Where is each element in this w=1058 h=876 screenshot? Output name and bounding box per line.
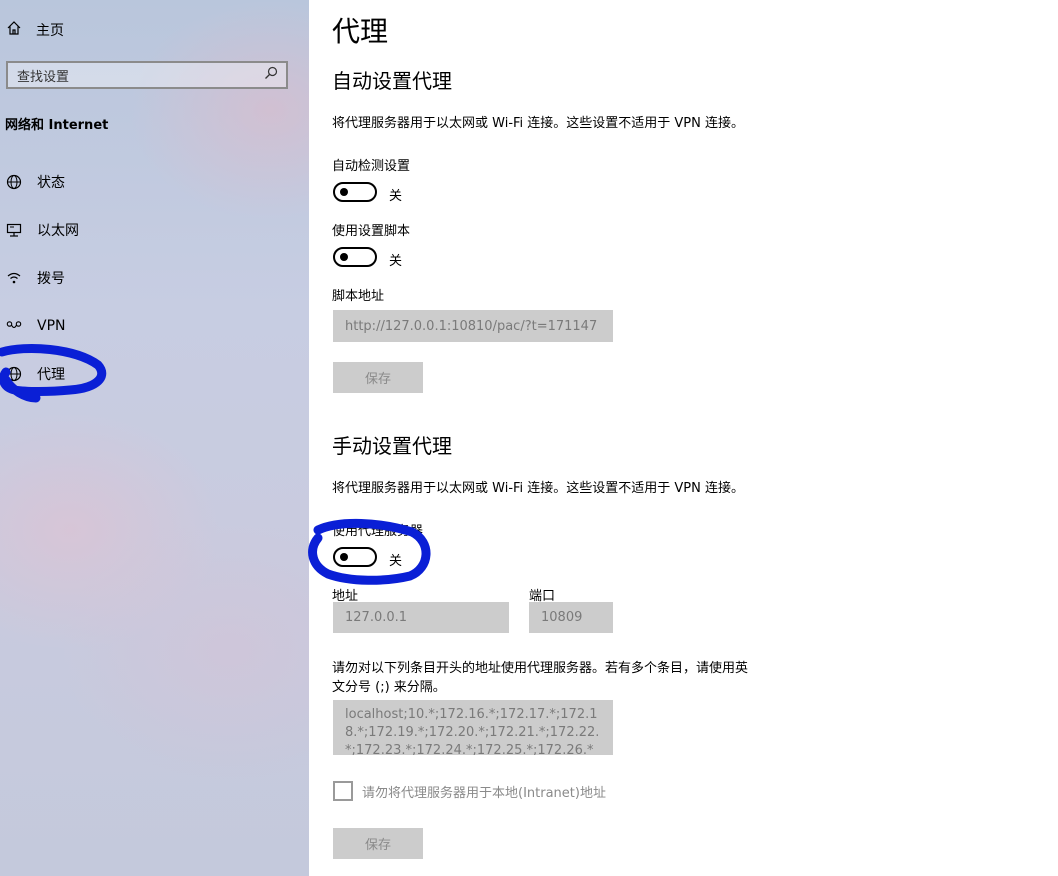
exceptions-textarea[interactable]: localhost;10.*;172.16.*;172.17.*;172.18.…: [333, 700, 613, 755]
manual-proxy-heading: 手动设置代理: [332, 434, 452, 458]
home-label: 主页: [36, 23, 64, 39]
ethernet-icon: [6, 222, 22, 238]
sidebar-item-label: 代理: [37, 367, 65, 383]
use-script-state: 关: [389, 254, 403, 269]
sidebar-item-proxy[interactable]: 代理: [6, 362, 65, 386]
script-address-input[interactable]: http://127.0.0.1:10810/pac/?t=171147: [333, 310, 613, 342]
home-icon: [6, 20, 22, 40]
sidebar-item-label: 拨号: [37, 271, 65, 287]
search-placeholder: 查找设置: [17, 69, 70, 85]
sidebar: 主页 查找设置 网络和 Internet 状态 以太网 拨号 VPN 代理: [0, 0, 309, 876]
auto-detect-state: 关: [389, 189, 403, 204]
use-proxy-toggle[interactable]: [333, 547, 377, 567]
globe-icon: [6, 366, 22, 382]
search-box[interactable]: 查找设置: [6, 61, 288, 89]
toggle-knob: [340, 253, 348, 261]
port-input[interactable]: 10809: [529, 602, 613, 633]
sidebar-section-title: 网络和 Internet: [5, 118, 109, 133]
use-proxy-label: 使用代理服务器: [332, 524, 424, 539]
dialup-icon: [6, 270, 22, 286]
address-input[interactable]: 127.0.0.1: [333, 602, 509, 633]
auto-proxy-heading: 自动设置代理: [332, 69, 452, 93]
local-bypass-checkbox[interactable]: [333, 781, 353, 801]
auto-detect-toggle[interactable]: [333, 182, 377, 202]
sidebar-item-dialup[interactable]: 拨号: [6, 266, 65, 290]
manual-save-button[interactable]: 保存: [333, 828, 423, 859]
use-script-toggle[interactable]: [333, 247, 377, 267]
vpn-icon: [6, 318, 22, 334]
sidebar-item-vpn[interactable]: VPN: [6, 314, 66, 338]
toggle-knob: [340, 553, 348, 561]
main-content: 代理 自动设置代理 将代理服务器用于以太网或 Wi-Fi 连接。这些设置不适用于…: [309, 0, 1058, 876]
sidebar-item-label: VPN: [37, 318, 66, 334]
script-address-label: 脚本地址: [332, 289, 385, 304]
local-bypass-label: 请勿将代理服务器用于本地(Intranet)地址: [362, 786, 606, 801]
auto-save-button[interactable]: 保存: [333, 362, 423, 393]
page-title: 代理: [332, 15, 389, 48]
globe-status-icon: [6, 174, 22, 190]
sidebar-item-label: 以太网: [37, 223, 79, 239]
sidebar-home[interactable]: 主页: [6, 18, 64, 42]
search-icon[interactable]: [264, 66, 278, 84]
sidebar-item-ethernet[interactable]: 以太网: [6, 218, 79, 242]
sidebar-item-label: 状态: [37, 175, 65, 191]
auto-proxy-description: 将代理服务器用于以太网或 Wi-Fi 连接。这些设置不适用于 VPN 连接。: [332, 116, 745, 131]
use-proxy-state: 关: [389, 554, 403, 569]
exceptions-label-line1: 请勿对以下列条目开头的地址使用代理服务器。若有多个条目，请使用英: [332, 661, 749, 676]
sidebar-item-status[interactable]: 状态: [6, 170, 65, 194]
manual-proxy-description: 将代理服务器用于以太网或 Wi-Fi 连接。这些设置不适用于 VPN 连接。: [332, 481, 745, 496]
use-script-label: 使用设置脚本: [332, 224, 411, 239]
auto-detect-label: 自动检测设置: [332, 159, 411, 174]
toggle-knob: [340, 188, 348, 196]
exceptions-label-line2: 文分号 (;) 来分隔。: [332, 680, 446, 695]
